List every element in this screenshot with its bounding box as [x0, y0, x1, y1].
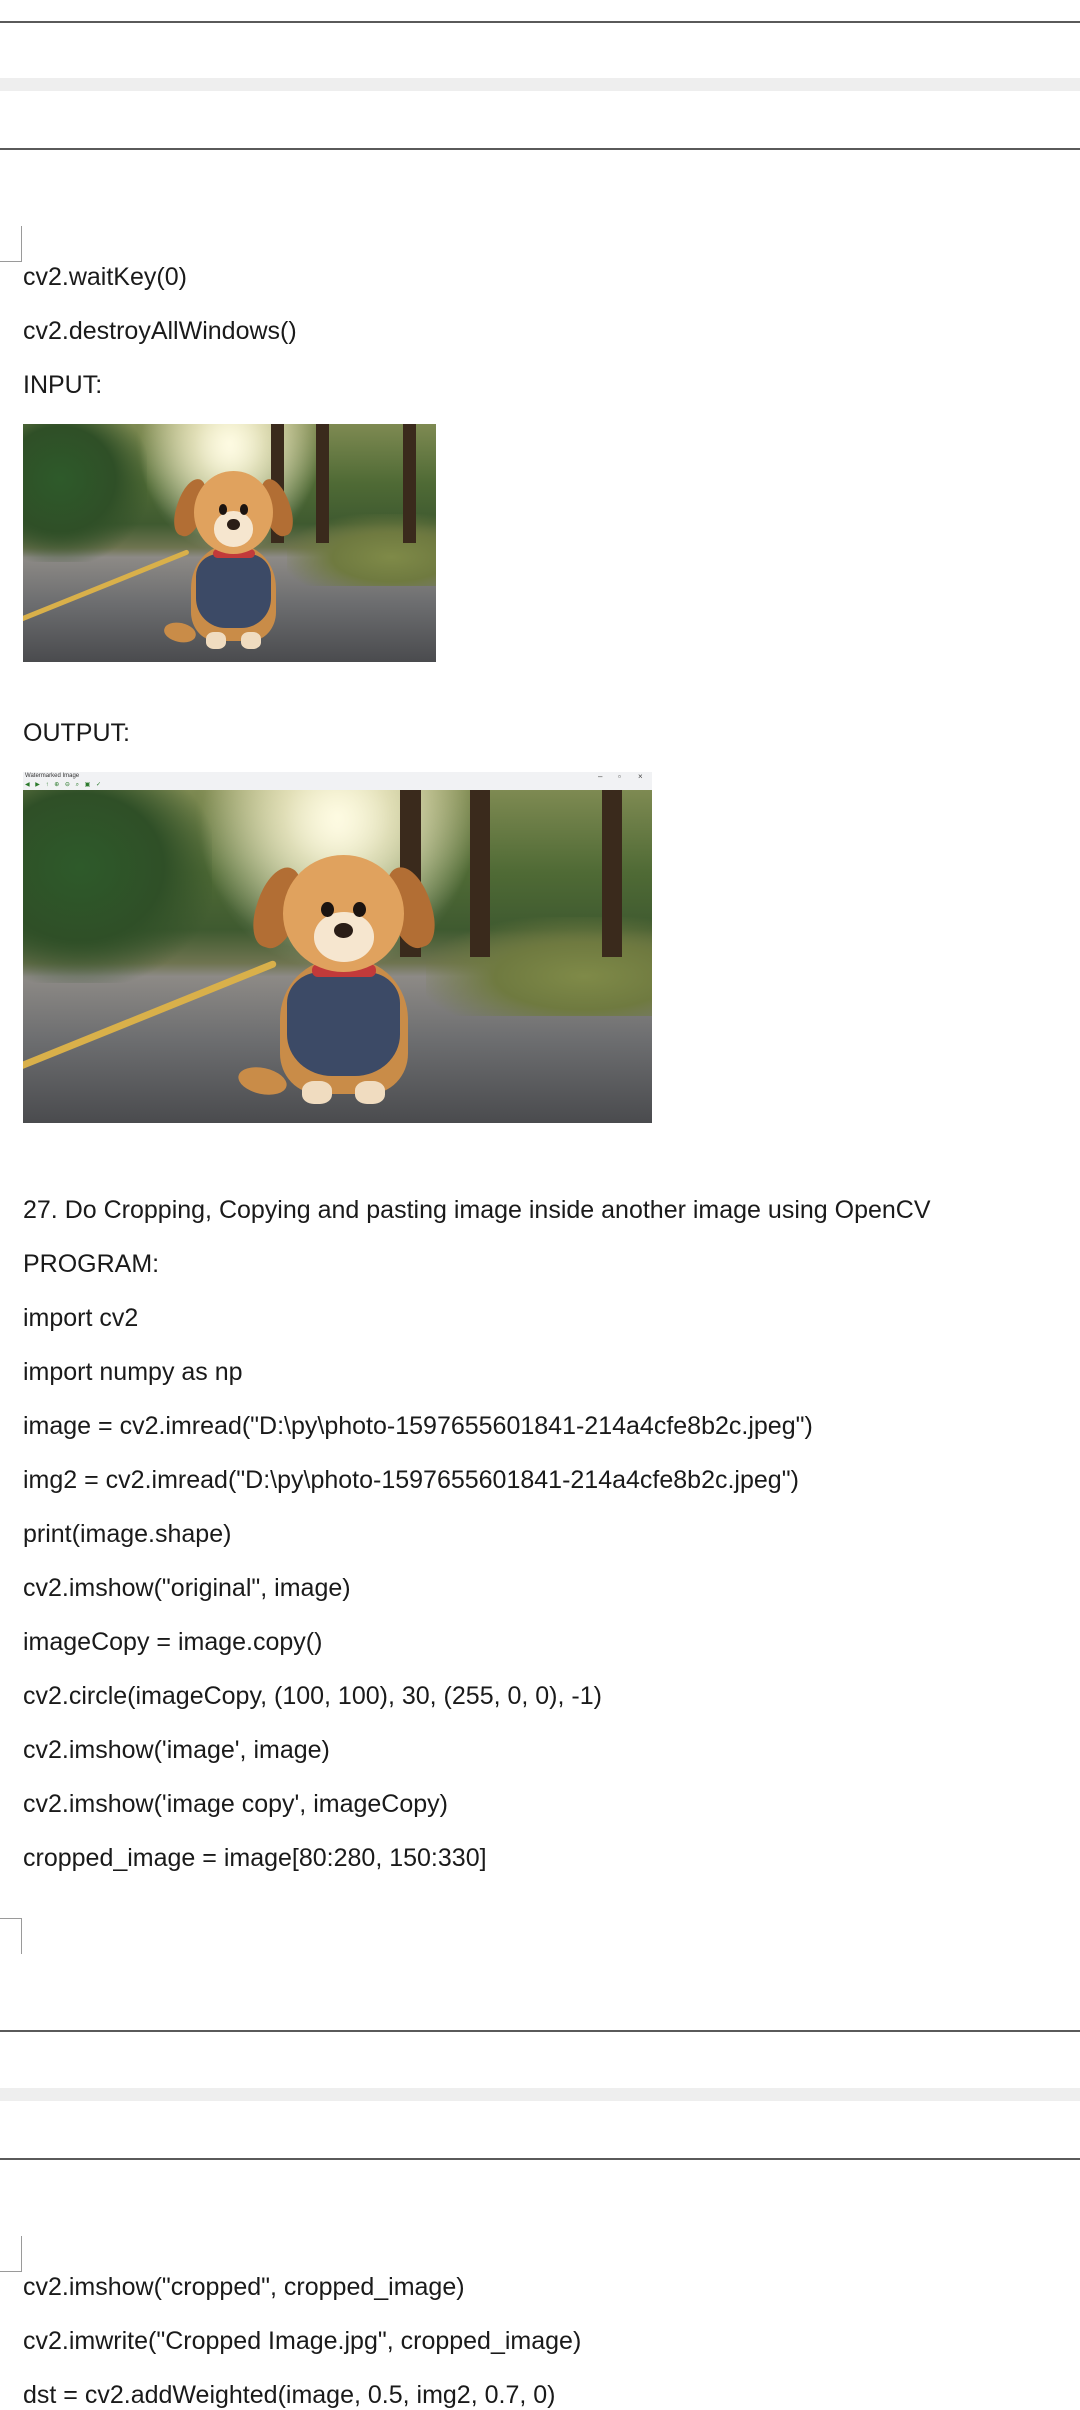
section-heading: 27. Do Cropping, Copying and pasting ima…	[23, 1196, 931, 1224]
code-line: img2 = cv2.imread("D:\py\photo-159765560…	[23, 1466, 799, 1494]
page-gap	[0, 2088, 1080, 2101]
code-line: cv2.imshow("cropped", cropped_image)	[23, 2273, 465, 2301]
program-label: PROGRAM:	[23, 1250, 160, 1278]
code-line: cv2.imshow("original", image)	[23, 1574, 351, 1602]
margin-corner-mark	[0, 226, 22, 262]
page-top-border	[0, 2158, 1080, 2160]
code-line: cv2.waitKey(0)	[23, 263, 187, 291]
code-line: cv2.imshow('image', image)	[23, 1736, 330, 1764]
code-line: image = cv2.imread("D:\py\photo-15976556…	[23, 1412, 813, 1440]
page-gap	[0, 78, 1080, 91]
page-top-border	[0, 21, 1080, 23]
maximize-icon: ▫	[618, 772, 621, 781]
code-line: cv2.destroyAllWindows()	[23, 317, 297, 345]
code-line: cv2.imwrite("Cropped Image.jpg", cropped…	[23, 2327, 582, 2355]
margin-corner-mark	[0, 2236, 22, 2272]
puppy-graphic	[235, 850, 443, 1110]
code-line: cv2.circle(imageCopy, (100, 100), 30, (2…	[23, 1682, 602, 1710]
output-image-window: Watermarked Image ◀ ▶ ↑ ⊕ ⊖ ⌕ ▣ ✓ – ▫ ×	[23, 772, 652, 1123]
margin-corner-mark	[0, 1918, 22, 1954]
window-titlebar: Watermarked Image ◀ ▶ ↑ ⊕ ⊖ ⌕ ▣ ✓ – ▫ ×	[23, 772, 652, 791]
code-line: print(image.shape)	[23, 1520, 232, 1548]
minimize-icon: –	[598, 772, 603, 781]
code-line: import numpy as np	[23, 1358, 243, 1386]
input-image	[23, 424, 436, 662]
input-label: INPUT:	[23, 371, 103, 399]
code-line: dst = cv2.addWeighted(image, 0.5, img2, …	[23, 2381, 556, 2409]
toolbar-icons: ◀ ▶ ↑ ⊕ ⊖ ⌕ ▣ ✓	[25, 782, 104, 788]
page-bottom-border	[0, 2030, 1080, 2032]
code-line: cropped_image = image[80:280, 150:330]	[23, 1844, 487, 1872]
close-icon: ×	[638, 772, 643, 781]
puppy-graphic	[162, 467, 300, 653]
code-line: cv2.imshow('image copy', imageCopy)	[23, 1790, 448, 1818]
page-border	[0, 148, 1080, 150]
code-line: import cv2	[23, 1304, 139, 1332]
code-line: imageCopy = image.copy()	[23, 1628, 323, 1656]
window-title: Watermarked Image	[25, 773, 80, 779]
output-label: OUTPUT:	[23, 719, 130, 747]
